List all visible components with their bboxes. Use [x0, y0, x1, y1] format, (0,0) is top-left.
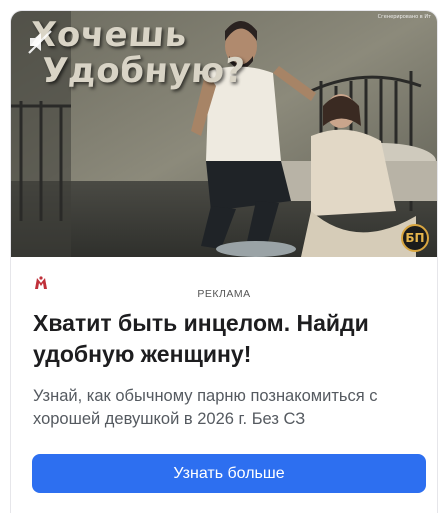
speaker-muted-icon[interactable] [25, 27, 55, 57]
ad-image-caption: Хочешь Удобную? [26, 15, 248, 91]
learn-more-button[interactable]: Узнать больше [32, 454, 426, 493]
ad-card[interactable]: Хочешь Удобную? Сгенерировано в Ит БП РЕ… [10, 10, 438, 513]
caption-line-2: Удобную? [40, 51, 247, 91]
ad-description: Узнай, как обычному парню познакомиться … [33, 387, 378, 428]
generated-source-label: Сгенерировано в Ит [377, 14, 431, 20]
ad-label: РЕКЛАМА [197, 288, 251, 300]
channel-badge: БП [401, 224, 429, 252]
ad-headline[interactable]: Хватит быть инцелом. Найди удобную женщи… [33, 308, 423, 370]
ad-image[interactable]: Хочешь Удобную? Сгенерировано в Ит БП [11, 11, 437, 257]
ad-meta-row: РЕКЛАМА [11, 257, 437, 303]
